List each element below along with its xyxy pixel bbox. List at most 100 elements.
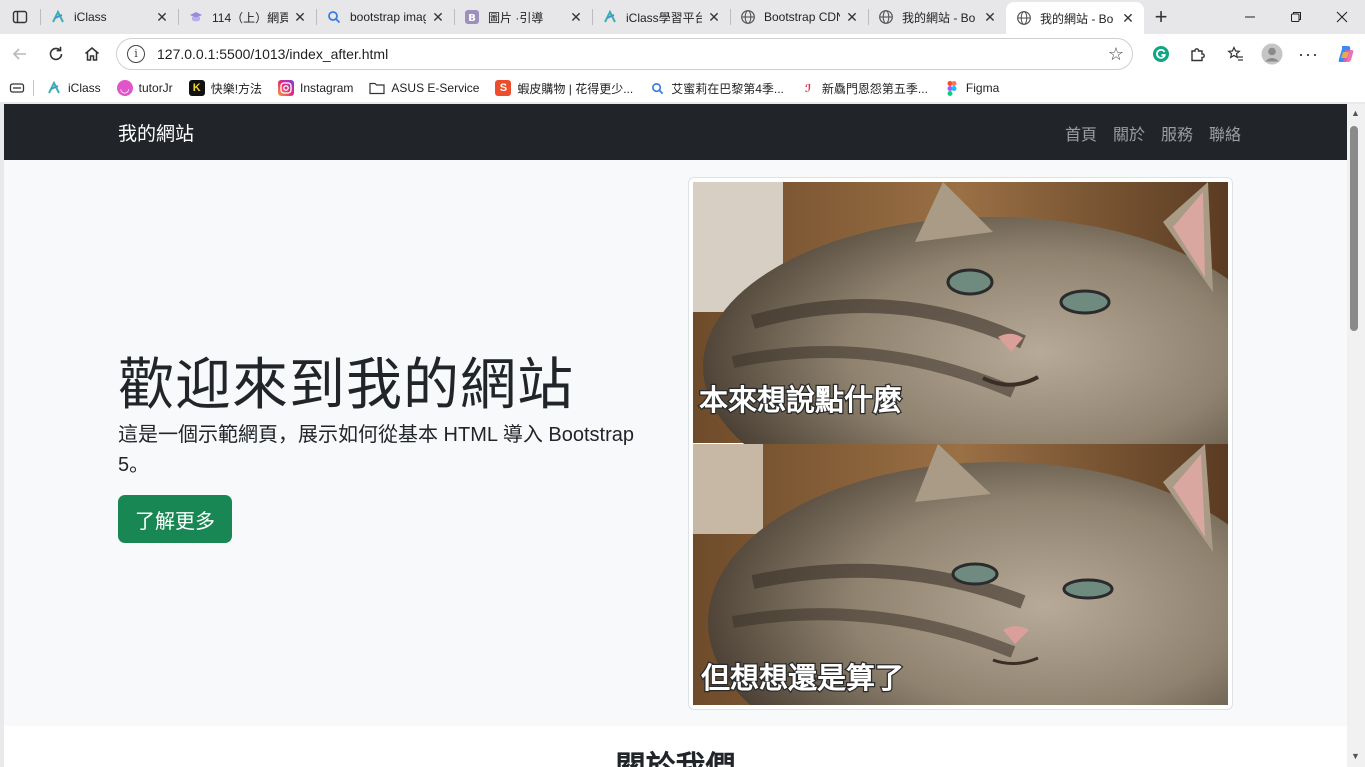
tab-bootstrap-cdn[interactable]: Bootstrap CDN ✕	[730, 0, 868, 34]
close-icon[interactable]: ✕	[154, 9, 170, 25]
tab-my-site-active[interactable]: 我的網站 - Bo ✕	[1006, 2, 1144, 34]
tab-title: iClass	[74, 10, 107, 24]
close-icon[interactable]: ✕	[292, 9, 308, 25]
restore-icon	[1291, 12, 1301, 22]
tab-iclass[interactable]: iClass ✕	[40, 0, 178, 34]
tab-actions-icon	[12, 10, 28, 24]
minimize-icon	[1245, 16, 1255, 18]
nav-link-services[interactable]: 服務	[1161, 121, 1193, 145]
nav-links: 首頁 關於 服務 聯絡	[1049, 121, 1241, 145]
nav-link-home[interactable]: 首頁	[1065, 121, 1097, 145]
tab-my-site-1[interactable]: 我的網站 - Bo ✕	[868, 0, 1006, 34]
back-button[interactable]	[2, 36, 38, 72]
hero-image-thumbnail: 本來想說點什麼 但想想還是算了	[688, 177, 1233, 710]
close-icon[interactable]: ✕	[706, 9, 722, 25]
bookmark-label: ASUS E-Service	[391, 81, 480, 95]
reload-button[interactable]	[38, 36, 74, 72]
tab-bootstrap-docs[interactable]: B 圖片 ·引導 ✕	[454, 0, 592, 34]
scroll-up-icon[interactable]: ▲	[1351, 108, 1360, 118]
bookmark-happy-method[interactable]: K 快樂!方法	[188, 80, 262, 97]
bookmark-drama[interactable]: ℐ 新驫門恩怨第五季...	[800, 80, 928, 97]
bookmark-label: Figma	[965, 81, 1000, 95]
learn-more-button[interactable]: 了解更多	[118, 495, 232, 543]
scroll-down-icon[interactable]: ▼	[1351, 751, 1360, 761]
about-title: 關於我們	[4, 742, 1347, 767]
page-viewport: 我的網站 首頁 關於 服務 聯絡 歡迎來到我的網站 這是一個示範網頁，展示如何從…	[4, 104, 1347, 767]
home-button[interactable]	[74, 36, 110, 72]
meme-caption-top: 本來想說點什麼	[699, 383, 902, 417]
bookmark-label: 艾蜜莉在巴黎第4季...	[671, 81, 784, 96]
close-icon[interactable]: ✕	[430, 9, 446, 25]
bookmark-figma[interactable]: Figma	[944, 80, 999, 96]
bookmark-label: 蝦皮購物 | 花得更少...	[517, 81, 634, 96]
tab-title: iClass學習平台	[626, 10, 702, 25]
tab-title: 圖片 ·引導	[488, 10, 544, 25]
globe-icon	[878, 9, 894, 25]
window-controls	[1227, 0, 1365, 34]
meme-caption-bottom: 但想想還是算了	[701, 661, 904, 695]
copilot-button[interactable]	[1327, 36, 1364, 72]
hero-title: 歡迎來到我的網站	[118, 353, 574, 416]
site-navbar: 我的網站 首頁 關於 服務 聯絡	[4, 104, 1347, 160]
reload-icon	[49, 46, 63, 61]
grammarly-button[interactable]	[1142, 36, 1179, 72]
bookmark-label: 新驫門恩怨第五季...	[821, 81, 928, 96]
figma-icon	[944, 80, 960, 96]
close-icon[interactable]: ✕	[568, 9, 584, 25]
bookmark-emily-paris[interactable]: 艾蜜莉在巴黎第4季...	[649, 80, 784, 97]
info-icon[interactable]: i	[127, 45, 145, 63]
site-brand[interactable]: 我的網站	[118, 119, 194, 146]
svg-text:B: B	[468, 13, 476, 24]
tab-title: 114（上）網頁	[212, 10, 288, 25]
address-bar[interactable]: i 127.0.0.1:5500/1013/index_after.html ☆	[116, 38, 1133, 70]
search-icon	[649, 80, 665, 96]
iclass-icon	[46, 80, 62, 96]
tab-groups-icon	[9, 83, 25, 93]
tab-iclass-platform[interactable]: iClass學習平台 ✕	[592, 0, 730, 34]
new-tab-button[interactable]: +	[1144, 0, 1178, 34]
restore-button[interactable]	[1273, 0, 1319, 34]
minimize-button[interactable]	[1227, 0, 1273, 34]
bookmark-iclass[interactable]: iClass	[46, 80, 101, 96]
bookmark-label: tutorJr	[138, 81, 173, 95]
k-logo-icon: K	[188, 80, 205, 96]
favorites-button[interactable]	[1216, 36, 1253, 72]
extensions-button[interactable]	[1179, 36, 1216, 72]
home-icon	[85, 47, 99, 61]
close-icon[interactable]: ✕	[982, 9, 998, 25]
grammarly-icon	[1152, 46, 1169, 62]
bookmark-instagram[interactable]: Instagram	[278, 80, 353, 96]
url-text[interactable]: 127.0.0.1:5500/1013/index_after.html	[157, 46, 388, 62]
bookmark-shopee[interactable]: S 蝦皮購物 | 花得更少...	[495, 80, 633, 97]
netflix-icon: ℐ	[804, 82, 812, 95]
tab-actions-button[interactable]	[0, 0, 40, 34]
globe-icon	[740, 9, 756, 25]
instagram-icon	[278, 80, 295, 96]
cat-meme-image: 本來想說點什麼 但想想還是算了	[693, 182, 1228, 705]
more-dots-icon: ···	[1298, 43, 1319, 64]
bookmark-separator	[33, 80, 34, 96]
more-menu-button[interactable]: ···	[1290, 36, 1327, 72]
page-scrollbar[interactable]: ▲ ▼	[1347, 104, 1365, 767]
bookmark-apps[interactable]	[9, 81, 25, 95]
close-window-button[interactable]	[1319, 0, 1365, 34]
back-arrow-icon	[12, 48, 26, 60]
avatar-icon	[1261, 43, 1282, 65]
tab-strip: iClass ✕ 114（上）網頁 ✕ bootstrap imag ✕ B 圖…	[0, 0, 1365, 34]
toolbar-right: ···	[1142, 36, 1364, 72]
bookmark-asus[interactable]: ASUS E-Service	[369, 80, 479, 96]
plus-icon: +	[1154, 4, 1168, 29]
nav-link-contact[interactable]: 聯絡	[1209, 121, 1241, 145]
globe-icon	[1016, 10, 1032, 26]
nav-link-about[interactable]: 關於	[1113, 121, 1145, 145]
close-icon[interactable]: ✕	[1120, 10, 1136, 26]
scrollbar-thumb[interactable]	[1350, 126, 1358, 331]
close-icon[interactable]: ✕	[844, 9, 860, 25]
tab-search[interactable]: bootstrap imag ✕	[316, 0, 454, 34]
profile-button[interactable]	[1253, 36, 1290, 72]
tab-course[interactable]: 114（上）網頁 ✕	[178, 0, 316, 34]
bookmark-tutorjr[interactable]: ◡ tutorJr	[116, 80, 173, 96]
puzzle-icon	[1190, 48, 1205, 62]
tab-title: 我的網站 - Bo	[902, 10, 976, 25]
favorite-star-icon[interactable]: ☆	[1108, 44, 1124, 65]
